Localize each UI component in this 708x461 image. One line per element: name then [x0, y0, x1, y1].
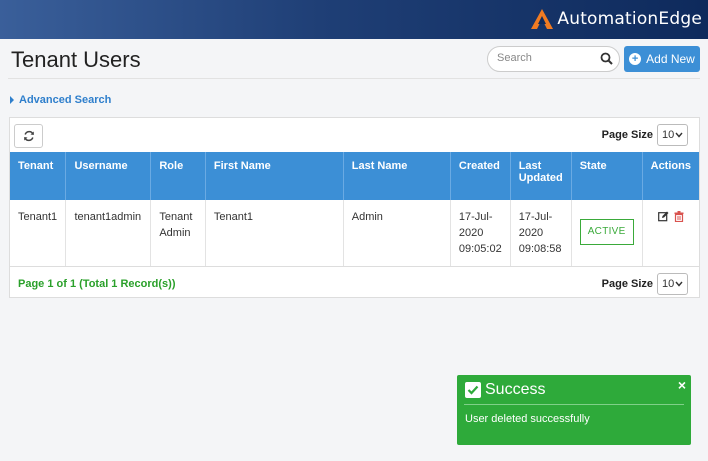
title-divider [8, 78, 700, 79]
page-size-value: 10 [662, 278, 675, 290]
toast-header: Success [465, 381, 545, 399]
updated-date: 17-Jul-2020 [518, 211, 553, 239]
close-icon[interactable]: × [678, 377, 686, 393]
pagination-summary: Page 1 of 1 (Total 1 Record(s)) [18, 278, 176, 290]
brand-name: AutomationEdge [557, 9, 702, 29]
search-box[interactable] [487, 46, 620, 72]
advanced-search-toggle[interactable]: Advanced Search [10, 94, 111, 106]
table-header-row: Tenant Username Role First Name Last Nam… [10, 152, 699, 200]
page-size-value: 10 [662, 129, 675, 141]
column-header-actions: Actions [642, 152, 699, 200]
edit-icon[interactable] [657, 211, 669, 227]
table-row: Tenant1 tenant1admin Tenant Admin Tenant… [10, 200, 699, 267]
toast-title: Success [485, 381, 546, 398]
page-size-top: Page Size 10 [602, 124, 688, 146]
chevron-down-icon [675, 281, 683, 287]
top-bar: AutomationEdge [0, 0, 708, 39]
cell-created: 17-Jul-2020 09:05:02 [450, 200, 511, 267]
page-size-bottom: Page Size 10 [602, 273, 688, 295]
cell-tenant: Tenant1 [10, 200, 67, 267]
cell-state: ACTIVE [571, 200, 643, 267]
cell-last-name: Admin [343, 200, 451, 267]
automationedge-logo-icon [531, 9, 554, 29]
column-header-created[interactable]: Created [450, 152, 511, 200]
caret-right-icon [10, 96, 14, 104]
refresh-icon [23, 130, 34, 142]
column-header-last-name[interactable]: Last Name [343, 152, 451, 200]
page-size-select[interactable]: 10 [657, 273, 688, 295]
success-toast: Success × User deleted successfully [457, 375, 691, 445]
column-header-tenant[interactable]: Tenant [10, 152, 67, 200]
column-header-last-updated[interactable]: Last Updated [510, 152, 572, 200]
search-icon[interactable] [600, 52, 613, 68]
add-new-button[interactable]: + Add New [624, 46, 700, 72]
status-badge: ACTIVE [579, 219, 634, 245]
page-size-label: Page Size [601, 278, 653, 290]
created-date: 17-Jul-2020 [458, 211, 493, 239]
advanced-search-label: Advanced Search [19, 94, 112, 106]
search-input[interactable] [497, 52, 597, 64]
column-header-role[interactable]: Role [150, 152, 206, 200]
created-time: 09:05:02 [458, 243, 502, 255]
cell-last-updated: 17-Jul-2020 09:08:58 [510, 200, 572, 267]
chevron-down-icon [675, 132, 683, 138]
page-size-label: Page Size [601, 129, 653, 141]
column-header-first-name[interactable]: First Name [205, 152, 344, 200]
plus-circle-icon: + [629, 53, 642, 65]
page-title: Tenant Users [11, 47, 141, 72]
users-panel: Page Size 10 Tenant Username Role First … [9, 117, 700, 298]
cell-username: tenant1admin [65, 200, 152, 267]
toast-divider [464, 404, 684, 405]
cell-actions [642, 200, 699, 267]
users-table: Tenant Username Role First Name Last Nam… [10, 152, 699, 267]
column-header-username[interactable]: Username [65, 152, 152, 200]
delete-icon[interactable] [674, 211, 684, 227]
updated-time: 09:08:58 [518, 243, 562, 255]
page-size-select[interactable]: 10 [657, 124, 688, 146]
refresh-button[interactable] [14, 124, 43, 148]
column-header-state[interactable]: State [571, 152, 643, 200]
cell-role: Tenant Admin [150, 200, 206, 267]
toast-message: User deleted successfully [465, 413, 590, 425]
brand-logo[interactable]: AutomationEdge [530, 5, 702, 33]
checkbox-checked-icon [465, 382, 481, 398]
add-new-label: Add New [646, 52, 695, 66]
cell-first-name: Tenant1 [205, 200, 344, 267]
